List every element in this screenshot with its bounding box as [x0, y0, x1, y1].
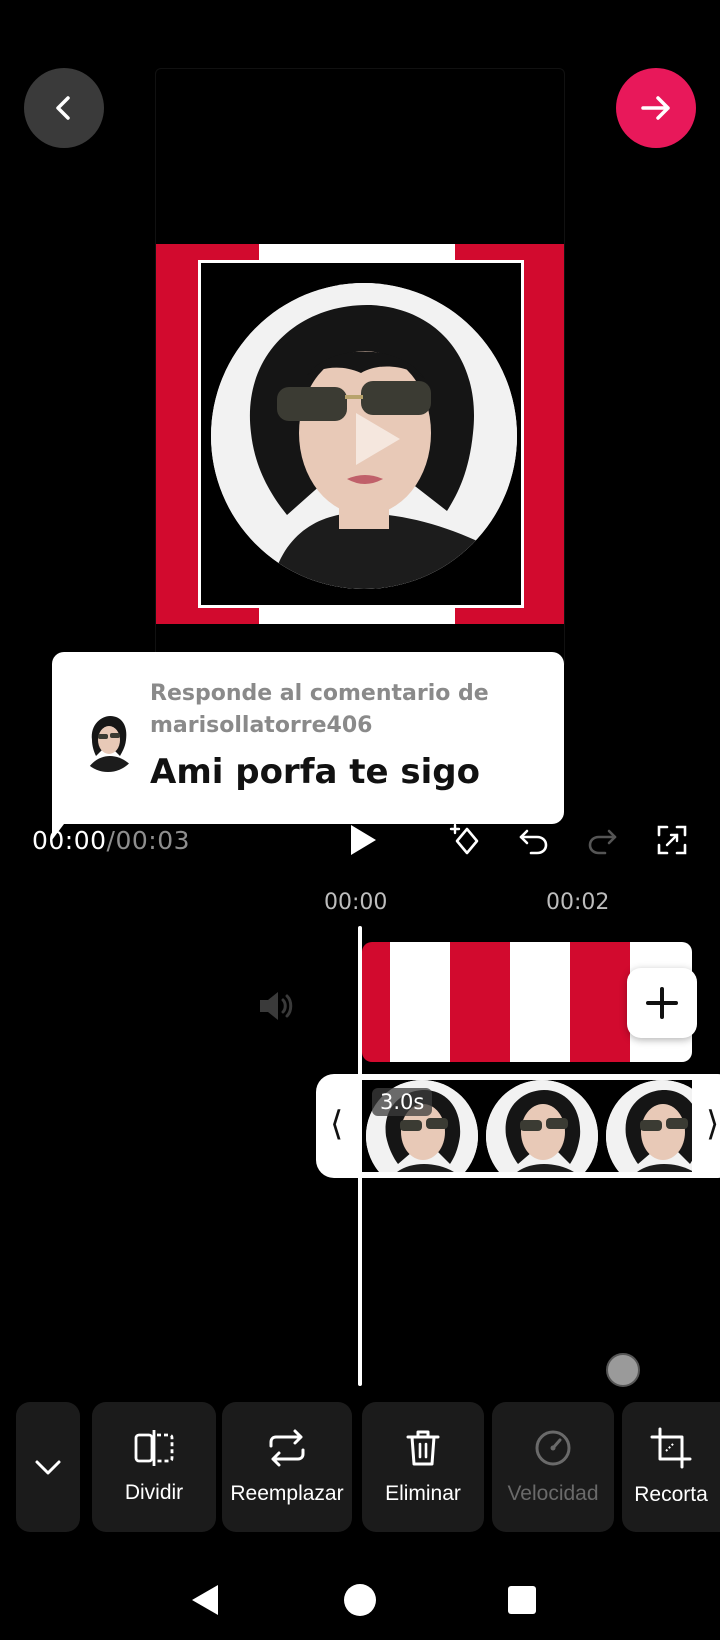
split-label: Dividir: [124, 1481, 184, 1504]
frame-stripe-top: [259, 244, 455, 260]
ruler-mark-0: 00:00: [324, 890, 388, 915]
edit-toolbar: Dividir Reemplazar Eliminar Velocidad Re…: [0, 1402, 720, 1534]
comment-reply-sticker[interactable]: Responde al comentario de marisollatorre…: [52, 652, 564, 824]
current-time: 00:00: [32, 826, 107, 855]
chevron-down-icon: [35, 1460, 61, 1475]
speed-label: Velocidad: [507, 1482, 599, 1505]
comment-reply-subtitle: Responde al comentario de marisollatorre…: [150, 681, 489, 738]
split-button[interactable]: Dividir: [92, 1402, 216, 1532]
replace-button[interactable]: Reemplazar: [222, 1402, 352, 1532]
red-frame: [156, 244, 564, 624]
undo-icon: [519, 829, 548, 855]
clip-thumbnail: [482, 1080, 602, 1172]
playhead[interactable]: [358, 926, 362, 1386]
ruler-mark-1: 00:02: [546, 890, 610, 915]
nav-back-icon: [192, 1585, 218, 1615]
nav-recents-icon: [508, 1586, 536, 1614]
avatar: [78, 712, 138, 772]
nav-home-icon: [344, 1584, 376, 1616]
speed-icon: [535, 1430, 571, 1466]
frame-stripe-bottom: [259, 608, 455, 624]
play-button[interactable]: [340, 818, 384, 862]
fullscreen-icon: [657, 825, 687, 855]
redo-button[interactable]: [580, 818, 624, 862]
replace-label: Reemplazar: [230, 1482, 344, 1505]
portrait-image: [211, 283, 517, 589]
plus-icon: [646, 987, 678, 1019]
preview-play-overlay-icon: [356, 413, 400, 465]
clip-duration-badge: 3.0s: [372, 1088, 433, 1116]
photo-box: [198, 260, 524, 608]
mute-audio-button[interactable]: [256, 988, 296, 1024]
delete-label: Eliminar: [385, 1482, 461, 1505]
nav-back-button[interactable]: [178, 1572, 234, 1628]
add-keyframe-button[interactable]: [444, 818, 488, 862]
arrow-right-icon: [641, 96, 670, 120]
keyframe-add-icon: [449, 823, 479, 855]
redo-icon: [588, 829, 617, 855]
clip-trim-left-handle[interactable]: ⟨: [330, 1104, 343, 1144]
undo-button[interactable]: [512, 818, 556, 862]
total-time: 00:03: [115, 826, 191, 855]
add-clip-button[interactable]: [627, 968, 697, 1038]
play-icon: [351, 825, 376, 855]
delete-button[interactable]: Eliminar: [362, 1402, 484, 1532]
fullscreen-button[interactable]: [650, 818, 694, 862]
clip-trim-right-handle[interactable]: ⟩: [706, 1104, 719, 1144]
clip-thumbnail: [602, 1080, 692, 1172]
collapse-toolbar-button[interactable]: [16, 1402, 80, 1532]
next-button[interactable]: [616, 68, 696, 148]
timeline-scroll-thumb[interactable]: [606, 1353, 640, 1387]
crop-button[interactable]: Recorta: [622, 1402, 720, 1532]
nav-home-button[interactable]: [332, 1572, 388, 1628]
chevron-left-icon: [56, 96, 70, 120]
crop-icon: [650, 1427, 692, 1469]
speaker-icon: [260, 992, 293, 1020]
split-icon: [134, 1430, 174, 1466]
trash-icon: [406, 1430, 440, 1466]
time-display: 00:00/00:03: [32, 826, 190, 855]
back-button[interactable]: [24, 68, 104, 148]
comment-text: Ami porfa te sigo: [150, 752, 481, 792]
crop-label: Recorta: [634, 1483, 708, 1506]
replace-icon: [269, 1429, 305, 1467]
system-nav-bar: [0, 1560, 720, 1640]
speed-button[interactable]: Velocidad: [492, 1402, 614, 1532]
nav-recents-button[interactable]: [494, 1572, 550, 1628]
video-preview[interactable]: [155, 68, 565, 668]
